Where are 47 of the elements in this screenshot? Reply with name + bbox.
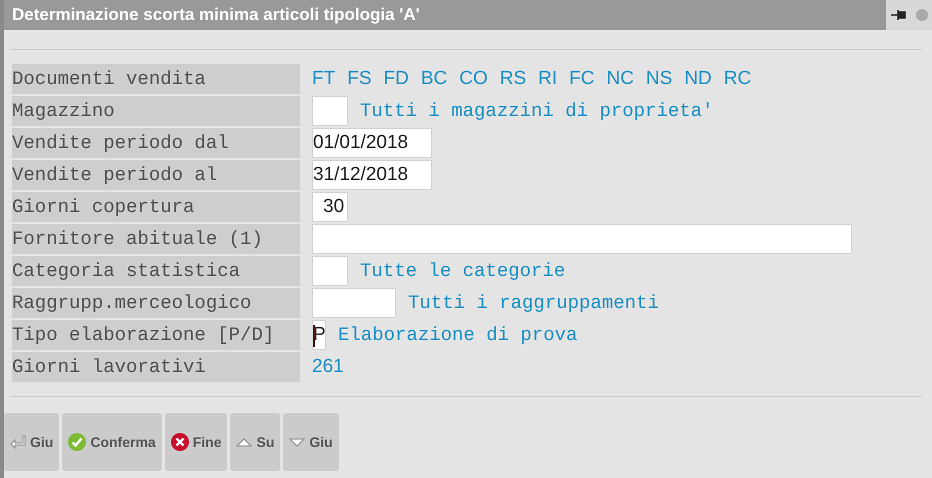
document-code: BC xyxy=(420,68,448,90)
document-code: RS xyxy=(500,68,526,90)
toolbar-button[interactable]: Conferma xyxy=(62,413,162,471)
document-code: NS xyxy=(646,68,672,90)
document-code: RC xyxy=(724,68,752,90)
document-code: FC xyxy=(569,68,594,90)
field-label: Categoria statistica xyxy=(12,256,300,286)
close-icon xyxy=(170,433,189,451)
field-description: Tutti i magazzini di proprieta' xyxy=(360,100,714,122)
input-field[interactable]: 31/12/2018 xyxy=(312,160,432,190)
toolbar-button[interactable]: Giu xyxy=(4,413,60,471)
down-triangle-icon xyxy=(289,438,306,446)
window-title: Determinazione scorta minima articoli tipologia 'A' xyxy=(12,5,420,25)
document-code: FT xyxy=(312,68,336,90)
check-icon xyxy=(68,433,86,451)
toolbar-button[interactable]: Giu xyxy=(283,413,339,471)
field-label: Vendite periodo dal xyxy=(12,128,300,158)
field-description: Elaborazione di prova xyxy=(338,324,578,346)
field-description: Tutte le categorie xyxy=(360,260,566,282)
pin-icon[interactable] xyxy=(890,9,906,21)
field-label: Fornitore abituale (1) xyxy=(12,224,300,254)
value-text: 261 xyxy=(312,356,344,378)
input-field[interactable] xyxy=(312,224,852,254)
input-field[interactable] xyxy=(312,288,396,318)
document-code: ND xyxy=(684,68,712,90)
input-field[interactable] xyxy=(312,256,348,286)
field-label: Giorni lavorativi xyxy=(12,352,300,382)
field-label: Raggrupp.merceologico xyxy=(12,288,300,318)
toolbar-button[interactable]: Su xyxy=(230,413,280,471)
document-code: RI xyxy=(538,68,558,90)
field-label: Documenti vendita xyxy=(12,64,300,94)
document-code: CO xyxy=(459,68,488,90)
circle-icon[interactable] xyxy=(916,9,928,21)
return-arrow-icon xyxy=(10,435,26,449)
field-label: Magazzino xyxy=(12,96,300,126)
document-code: NC xyxy=(606,68,634,90)
field-label: Vendite periodo al xyxy=(12,160,300,190)
field-label: Giorni copertura xyxy=(12,192,300,222)
toolbar-button[interactable]: Fine xyxy=(164,413,228,471)
field-description: Tutti i raggruppamenti xyxy=(408,292,659,314)
up-triangle-icon xyxy=(236,438,252,446)
field-label: Tipo elaborazione [P/D] xyxy=(12,320,300,350)
input-field[interactable] xyxy=(312,96,348,126)
input-field[interactable]: 30 xyxy=(312,192,348,222)
document-code: FD xyxy=(384,68,409,90)
input-field[interactable]: 01/01/2018 xyxy=(312,128,432,158)
document-code: FS xyxy=(347,68,372,90)
